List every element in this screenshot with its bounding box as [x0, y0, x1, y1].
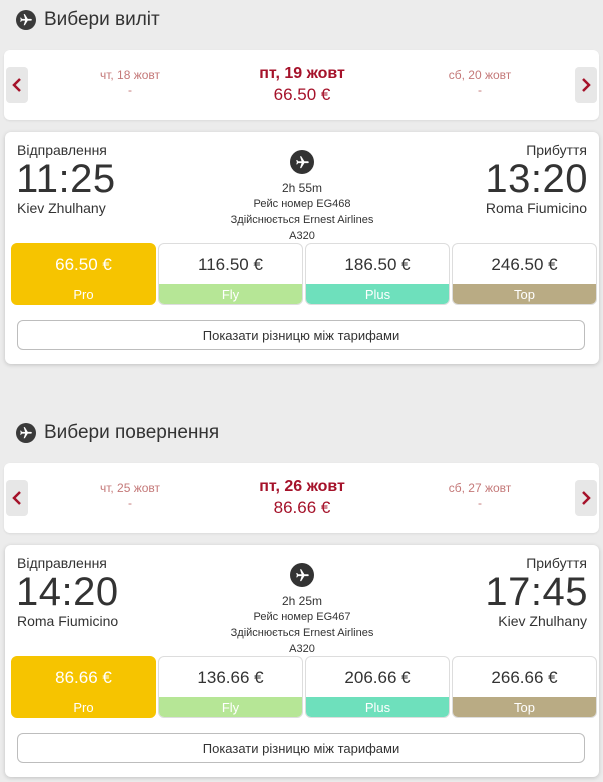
aircraft-type: A320	[289, 643, 315, 655]
compare-tariffs-button[interactable]: Показати різницю між тарифами	[17, 733, 585, 763]
date-label: сб, 20 жовт	[448, 68, 512, 82]
departure-label: Відправлення	[17, 142, 107, 158]
tariff-price: 206.66 €	[344, 668, 411, 687]
flight-duration: 2h 55m	[281, 181, 323, 195]
airplane-icon	[290, 150, 314, 174]
tariff-price: 136.66 €	[197, 668, 264, 687]
return-date-prev[interactable]: чт, 25 жовт -	[80, 481, 180, 510]
compare-tariffs-button[interactable]: Показати різницю між тарифами	[17, 320, 585, 350]
tariff-price: 66.50 €	[55, 255, 112, 274]
flight-operator: Здійснюється Ernest Airlines	[230, 214, 374, 226]
tariff-fly[interactable]: 136.66 € Fly	[158, 656, 303, 718]
date-label: пт, 19 жовт	[259, 65, 345, 82]
tariff-name: Pro	[73, 286, 94, 302]
tariff-fly[interactable]: 116.50 € Fly	[158, 243, 303, 305]
tariff-price: 86.66 €	[55, 668, 112, 687]
date-price: -	[128, 83, 132, 97]
chevron-right-icon[interactable]	[575, 67, 597, 103]
departure-airport: Kiev Zhulhany	[17, 200, 106, 216]
return-flight-card: Відправлення 14:20 Roma Fiumicino 2h 25m…	[5, 545, 599, 777]
airplane-icon	[16, 10, 36, 30]
departure-label: Відправлення	[17, 555, 107, 571]
airplane-icon	[16, 423, 36, 443]
date-price: 86.66 €	[273, 498, 331, 517]
date-price: -	[478, 496, 482, 510]
outbound-date-current[interactable]: пт, 19 жовт 66.50 €	[237, 65, 367, 105]
tariff-price: 186.50 €	[344, 255, 411, 274]
arrival-label: Прибуття	[526, 142, 587, 158]
departure-time: 11:25	[16, 157, 116, 201]
outbound-date-next[interactable]: сб, 20 жовт -	[430, 68, 530, 97]
aircraft-type: A320	[289, 230, 315, 242]
departure-airport: Roma Fiumicino	[17, 613, 119, 629]
date-label: чт, 18 жовт	[99, 68, 161, 82]
chevron-left-icon[interactable]	[6, 67, 28, 103]
flight-operator: Здійснюється Ernest Airlines	[230, 627, 374, 639]
outbound-section-title: Вибери виліт	[16, 9, 160, 31]
flight-number: Рейс номер EG467	[253, 611, 351, 623]
flight-details: 2h 25m Рейс номер EG467 Здійснюється Ern…	[205, 557, 399, 657]
tariff-name: Plus	[306, 284, 449, 304]
outbound-date-selector: чт, 18 жовт - пт, 19 жовт 66.50 € сб, 20…	[4, 50, 599, 120]
tariff-price: 266.66 €	[491, 668, 558, 687]
date-label: чт, 25 жовт	[99, 481, 161, 495]
arrival-label: Прибуття	[526, 555, 587, 571]
outbound-flight-card: Відправлення 11:25 Kiev Zhulhany 2h 55m …	[5, 132, 599, 364]
return-date-selector: чт, 25 жовт - пт, 26 жовт 86.66 € сб, 27…	[4, 463, 599, 533]
tariff-name: Plus	[306, 697, 449, 717]
return-section-title: Вибери повернення	[16, 422, 219, 444]
tariff-pro[interactable]: 86.66 € Pro	[11, 656, 156, 718]
outbound-title-text: Вибери виліт	[44, 9, 160, 30]
tariff-name: Pro	[73, 699, 94, 715]
tariff-top[interactable]: 266.66 € Top	[452, 656, 597, 718]
arrival-time: 17:45	[485, 570, 588, 614]
tariff-plus[interactable]: 186.50 € Plus	[305, 243, 450, 305]
tariff-name: Top	[453, 284, 596, 304]
tariff-name: Fly	[159, 284, 302, 304]
arrival-airport: Kiev Zhulhany	[498, 613, 587, 629]
flight-details: 2h 55m Рейс номер EG468 Здійснюється Ern…	[205, 144, 399, 244]
arrival-time: 13:20	[485, 157, 588, 201]
return-date-current[interactable]: пт, 26 жовт 86.66 €	[237, 478, 367, 518]
date-label: сб, 27 жовт	[448, 481, 512, 495]
return-title-text: Вибери повернення	[44, 422, 220, 443]
outbound-date-prev[interactable]: чт, 18 жовт -	[80, 68, 180, 97]
chevron-right-icon[interactable]	[575, 480, 597, 516]
date-price: -	[128, 496, 132, 510]
tariff-top[interactable]: 246.50 € Top	[452, 243, 597, 305]
tariff-pro[interactable]: 66.50 € Pro	[11, 243, 156, 305]
return-date-next[interactable]: сб, 27 жовт -	[430, 481, 530, 510]
tariff-price: 116.50 €	[198, 255, 263, 274]
departure-time: 14:20	[16, 570, 119, 614]
tariff-price: 246.50 €	[491, 255, 558, 274]
arrival-airport: Roma Fiumicino	[485, 200, 587, 216]
flight-number: Рейс номер EG468	[253, 198, 351, 210]
date-price: 66.50 €	[273, 85, 331, 104]
date-price: -	[478, 83, 482, 97]
tariff-name: Top	[453, 697, 596, 717]
tariff-plus[interactable]: 206.66 € Plus	[305, 656, 450, 718]
date-label: пт, 26 жовт	[259, 478, 345, 495]
chevron-left-icon[interactable]	[6, 480, 28, 516]
airplane-icon	[290, 563, 314, 587]
tariff-name: Fly	[159, 697, 302, 717]
flight-duration: 2h 25m	[281, 594, 323, 608]
